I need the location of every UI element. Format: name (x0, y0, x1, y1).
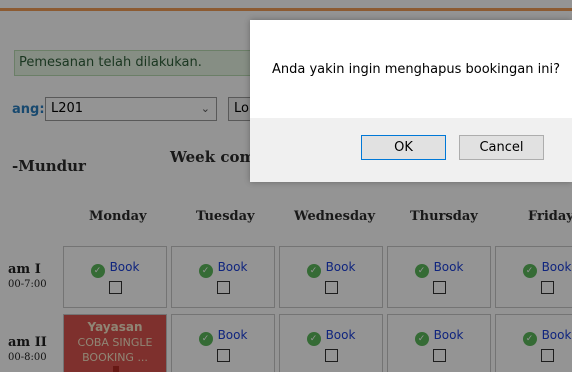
dialog-footer: OK Cancel (250, 118, 572, 182)
ok-button[interactable]: OK (361, 135, 446, 160)
cancel-button[interactable]: Cancel (459, 135, 544, 160)
confirm-dialog: Anda yakin ingin menghapus bookingan ini… (250, 20, 572, 182)
confirm-message: Anda yakin ingin menghapus bookingan ini… (272, 62, 560, 77)
